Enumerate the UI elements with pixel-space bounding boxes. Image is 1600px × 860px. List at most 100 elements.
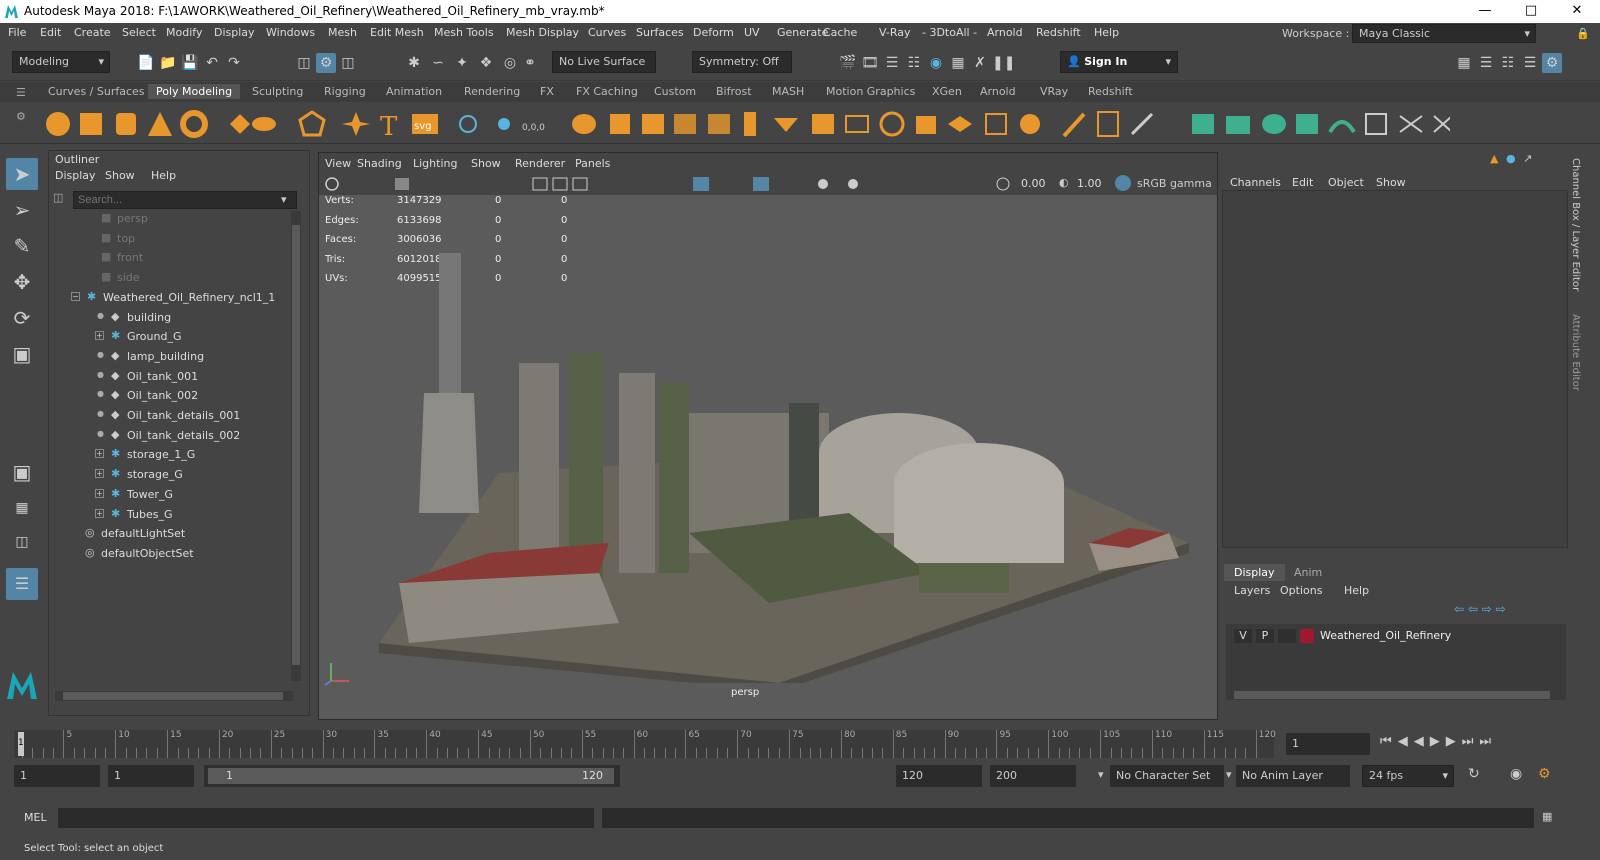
expand-icon[interactable]: + <box>95 508 104 518</box>
outliner-menu-help[interactable]: Help <box>151 169 176 182</box>
layer-visibility-toggle[interactable]: V <box>1234 629 1252 643</box>
help-icon[interactable]: ● <box>1506 152 1516 165</box>
shelf-tab-sculpting[interactable]: Sculpting <box>244 84 311 99</box>
single-perspective-view-icon[interactable]: ▣ <box>6 456 38 488</box>
layer-hscrollbar[interactable] <box>1226 690 1566 700</box>
outliner-item-oil-tank-details-002[interactable]: ● ◆ Oil_tank_details_002 <box>49 428 289 448</box>
preferences-icon[interactable]: ⚙ <box>1538 766 1551 782</box>
color-management-icon[interactable] <box>1115 175 1131 191</box>
redo-icon[interactable]: ↷ <box>224 53 244 73</box>
layer-name[interactable]: Weathered_Oil_Refinery <box>1320 629 1451 642</box>
exposure-value[interactable]: 0.00 <box>1021 177 1046 190</box>
menu-mesh[interactable]: Mesh <box>328 26 357 39</box>
fps-dropdown[interactable]: 24 fps ▾ <box>1362 765 1454 787</box>
shelf-menu-icon[interactable]: ☰ <box>16 86 26 99</box>
collapse-icon[interactable]: − <box>71 291 80 301</box>
playback-start-field[interactable]: 1 <box>108 765 194 787</box>
loop-icon[interactable]: ↻ <box>1468 766 1480 782</box>
mel-input[interactable] <box>58 808 594 828</box>
scale-tool-icon[interactable]: ▣ <box>6 338 38 370</box>
menu-create[interactable]: Create <box>74 26 111 39</box>
shelf-tab-rendering[interactable]: Rendering <box>456 84 528 99</box>
viewport-menu-lighting[interactable]: Lighting <box>413 157 457 170</box>
render-frame-icon[interactable]: 🎞 <box>860 53 880 73</box>
side-tab-channel-box[interactable]: Channel Box / Layer Editor <box>1570 158 1581 291</box>
shelf-tab-bifrost[interactable]: Bifrost <box>708 84 760 99</box>
pause-render-icon[interactable]: ❚❚ <box>992 53 1015 73</box>
outliner-item-building[interactable]: ● ◆ building <box>49 310 289 330</box>
toggle-channel-box-icon[interactable]: ☰ <box>1520 53 1540 73</box>
shelf-tab-redshift[interactable]: Redshift <box>1080 84 1141 99</box>
shelf-tab-curves-surfaces[interactable]: Curves / Surfaces <box>40 84 153 99</box>
snap-point-icon[interactable]: ✦ <box>452 53 472 73</box>
shelf-tab-animation[interactable]: Animation <box>378 84 450 99</box>
open-scene-icon[interactable]: 📁 <box>158 53 178 73</box>
rotate-tool-icon[interactable]: ⟳ <box>6 302 38 334</box>
layer-color-swatch[interactable] <box>1300 629 1314 643</box>
select-component-icon[interactable]: ◫ <box>338 53 358 73</box>
time-slider[interactable]: 5 10 15 20 25 30 35 40 45 50 55 60 65 70 75 80 85 90 95 100… <box>0 730 1600 760</box>
side-tab-attribute-editor[interactable]: Attribute Editor <box>1570 314 1581 391</box>
tab-anim[interactable]: Anim <box>1284 564 1332 581</box>
menu-curves[interactable]: Curves <box>588 26 626 39</box>
minimize-button[interactable]: — <box>1462 0 1508 23</box>
outliner-scrollbar[interactable] <box>291 211 301 681</box>
scrollbar-thumb[interactable] <box>292 225 300 665</box>
toggle-modeling-toolkit-icon[interactable]: ▦ <box>1454 53 1474 73</box>
anim-layer-field[interactable]: No Anim Layer <box>1236 765 1350 787</box>
workspace-lock-icon[interactable]: 🔒 <box>1576 27 1590 40</box>
shelf-tab-arnold[interactable]: Arnold <box>972 84 1024 99</box>
outliner-item-tower-g[interactable]: + ✱ Tower_G <box>49 487 289 507</box>
toggle-tool-settings-icon[interactable]: ☷ <box>1498 53 1518 73</box>
viewport-menu-shading[interactable]: Shading <box>357 157 402 170</box>
outliner-item-oil-tank-002[interactable]: ● ◆ Oil_tank_002 <box>49 388 289 408</box>
expand-icon[interactable]: + <box>95 469 104 479</box>
viewport-menu-panels[interactable]: Panels <box>575 157 610 170</box>
shelf-tab-motion-graphics[interactable]: Motion Graphics <box>818 84 923 99</box>
time-ruler[interactable]: 5 10 15 20 25 30 35 40 45 50 55 60 65 70 75 80 85 90 95 100… <box>14 730 1276 758</box>
shelf-tab-poly-modeling[interactable]: Poly Modeling <box>148 84 241 99</box>
outliner-hscrollbar[interactable] <box>55 691 293 701</box>
channel-menu-object[interactable]: Object <box>1328 176 1364 189</box>
outliner-item-storage-g[interactable]: + ✱ storage_G <box>49 467 289 487</box>
layer-menu-layers[interactable]: Layers <box>1234 584 1270 597</box>
toggle-outliner-icon[interactable]: ⚙ <box>1542 53 1562 73</box>
shelf-tab-fx[interactable]: FX <box>532 84 562 99</box>
mel-label[interactable]: MEL <box>24 811 47 824</box>
menu-modify[interactable]: Modify <box>166 26 202 39</box>
layer-playback-toggle[interactable]: P <box>1256 629 1274 643</box>
animation-start-field[interactable]: 1 <box>14 765 100 787</box>
select-object-icon[interactable]: ⚙ <box>316 53 336 73</box>
vray-render-icon[interactable]: ▦ <box>948 53 968 73</box>
maximize-button[interactable]: □ <box>1508 0 1554 23</box>
menu-mesh-tools[interactable]: Mesh Tools <box>434 26 494 39</box>
save-scene-icon[interactable]: 💾 <box>180 53 200 73</box>
menu-arnold[interactable]: Arnold <box>987 26 1023 39</box>
menu-deform[interactable]: Deform <box>693 26 734 39</box>
menu-uv[interactable]: UV <box>744 26 760 39</box>
outliner-item-ground-g[interactable]: + ✱ Ground_G <box>49 329 289 349</box>
snap-view-icon[interactable]: ❖ <box>476 53 496 73</box>
snap-vertex-icon[interactable]: ⚭ <box>520 53 540 73</box>
color-space-value[interactable]: sRGB gamma <box>1137 177 1215 190</box>
menu-edit-mesh[interactable]: Edit Mesh <box>370 26 424 39</box>
viewport-menu-renderer[interactable]: Renderer <box>515 157 565 170</box>
layer-menu-options[interactable]: Options <box>1280 584 1322 597</box>
expand-icon[interactable]: + <box>95 331 104 341</box>
menu-help[interactable]: Help <box>1094 26 1119 39</box>
shelf-tab-xgen[interactable]: XGen <box>924 84 970 99</box>
gamma-value[interactable]: 1.00 <box>1077 177 1102 190</box>
outliner-search-input[interactable] <box>73 191 297 209</box>
undo-icon[interactable]: ↶ <box>202 53 222 73</box>
shelf-tab-mash[interactable]: MASH <box>764 84 812 99</box>
mode-dropdown[interactable]: Modeling ▾ <box>12 51 110 73</box>
toggle-attribute-editor-icon[interactable]: ☰ <box>1476 53 1496 73</box>
shelf-tab-vray[interactable]: VRay <box>1032 84 1076 99</box>
menu-file[interactable]: File <box>8 26 26 39</box>
expand-icon[interactable]: + <box>95 488 104 498</box>
outliner-item-oil-tank-details-001[interactable]: ● ◆ Oil_tank_details_001 <box>49 408 289 428</box>
outliner-item-defaultobjectset[interactable]: ◎ defaultObjectSet <box>49 546 289 566</box>
channel-menu-show[interactable]: Show <box>1376 176 1406 189</box>
menu--3dtoall-[interactable]: - 3DtoAll - <box>922 26 977 39</box>
toolkit-icon[interactable]: ▲ <box>1490 152 1498 165</box>
